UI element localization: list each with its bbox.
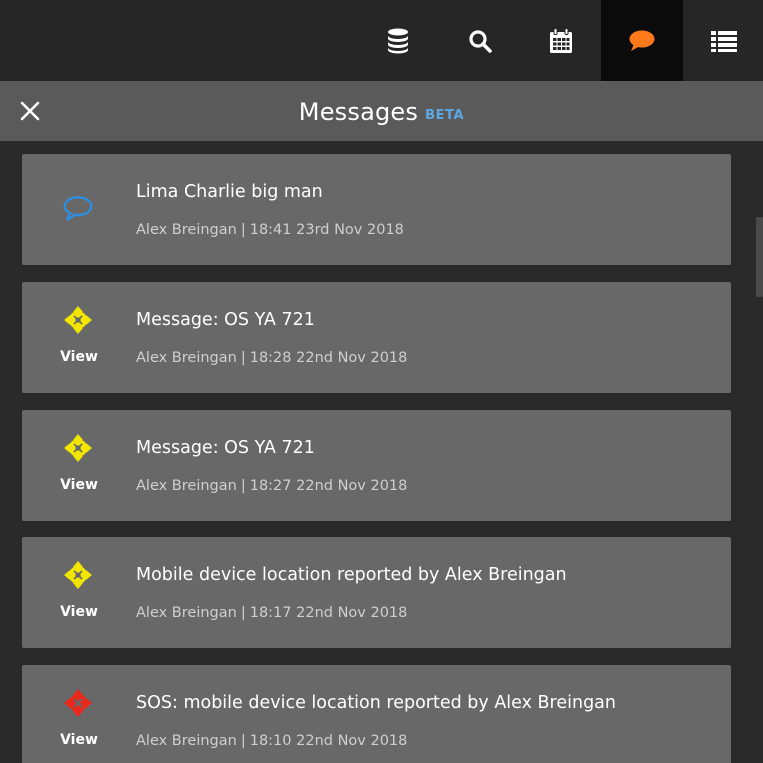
message-author: Alex Breingan: [136, 478, 237, 494]
message-meta: Alex Breingan | 18:17 22nd Nov 2018: [136, 605, 408, 621]
title-text: Messages: [298, 98, 419, 126]
list-item[interactable]: Lima Charlie big man Alex Breingan | 18:41…: [22, 154, 731, 265]
location-marker-icon: [62, 304, 94, 336]
list-icon: [711, 30, 737, 52]
page-title: Messages BETA: [0, 81, 763, 141]
message-list[interactable]: Lima Charlie big man Alex Breingan | 18:41…: [0, 141, 754, 763]
message-title: Message: OS YA 721: [136, 310, 315, 330]
nav-search-button[interactable]: [439, 0, 521, 81]
view-button[interactable]: View: [22, 732, 136, 748]
message-author: Alex Breingan: [136, 605, 237, 621]
message-author: Alex Breingan: [136, 733, 237, 749]
list-item[interactable]: View Message: OS YA 721 Alex Breingan | 18…: [22, 282, 731, 393]
view-button[interactable]: View: [22, 604, 136, 620]
top-nav: [0, 0, 763, 81]
message-author: Alex Breingan: [136, 222, 237, 238]
sos-marker-icon: [62, 687, 94, 719]
message-meta: Alex Breingan | 18:28 22nd Nov 2018: [136, 350, 408, 366]
nav-list-button[interactable]: [683, 0, 763, 81]
message-meta: Alex Breingan | 18:27 22nd Nov 2018: [136, 478, 408, 494]
message-time: 18:17 22nd Nov 2018: [249, 605, 408, 621]
view-button[interactable]: View: [22, 477, 136, 493]
location-marker-icon: [62, 432, 94, 464]
chat-icon: [629, 30, 655, 51]
view-button[interactable]: View: [22, 349, 136, 365]
location-marker-icon: [62, 559, 94, 591]
message-time: 18:10 22nd Nov 2018: [249, 733, 408, 749]
list-item[interactable]: View Message: OS YA 721 Alex Breingan | 18…: [22, 410, 731, 521]
message-meta: Alex Breingan | 18:10 22nd Nov 2018: [136, 733, 408, 749]
nav-calendar-button[interactable]: [520, 0, 602, 81]
nav-database-button[interactable]: [357, 0, 439, 81]
list-item[interactable]: View Mobile device location reported by …: [22, 537, 731, 648]
search-icon: [469, 29, 492, 53]
nav-messages-button[interactable]: [601, 0, 683, 81]
message-title: Lima Charlie big man: [136, 182, 323, 202]
message-author: Alex Breingan: [136, 350, 237, 366]
message-meta: Alex Breingan | 18:41 23rd Nov 2018: [136, 222, 404, 238]
message-time: 18:27 22nd Nov 2018: [249, 478, 408, 494]
list-item[interactable]: View SOS: mobile device location reporte…: [22, 665, 731, 763]
calendar-icon: [550, 27, 572, 53]
scrollbar-thumb[interactable]: [756, 217, 763, 297]
message-title: Message: OS YA 721: [136, 438, 315, 458]
message-time: 18:28 22nd Nov 2018: [249, 350, 408, 366]
message-title: SOS: mobile device location reported by …: [136, 693, 616, 713]
beta-badge: BETA: [425, 107, 465, 123]
message-title: Mobile device location reported by Alex …: [136, 565, 567, 585]
message-time: 18:41 23rd Nov 2018: [249, 222, 404, 238]
chat-bubble-icon: [62, 192, 94, 224]
database-icon: [388, 28, 408, 53]
messages-header: Messages BETA: [0, 81, 763, 141]
